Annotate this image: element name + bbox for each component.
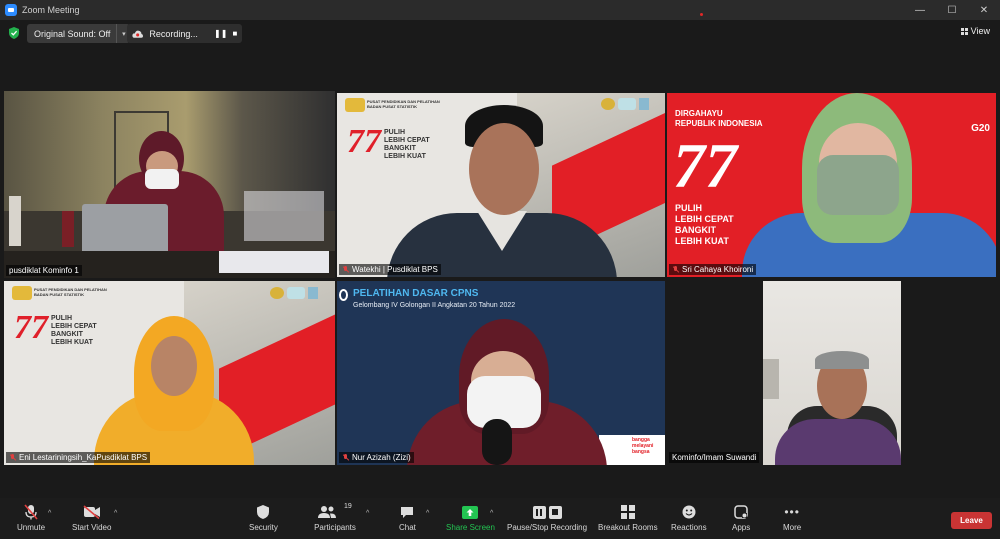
more-dots-icon: •••: [784, 505, 800, 519]
grid-view-icon: [960, 27, 968, 35]
video-options-caret[interactable]: ^: [114, 510, 117, 517]
more-label: More: [783, 523, 802, 532]
chat-label: Chat: [399, 523, 416, 532]
logo-77-large: 77: [673, 130, 737, 201]
dirgahayu-line1: DIRGAHAYU: [675, 109, 723, 118]
apps-button[interactable]: Apps: [732, 504, 750, 532]
close-button[interactable]: ✕: [968, 0, 1000, 20]
slogan: PULIH LEBIH CEPAT BANGKIT LEBIH KUAT: [51, 315, 97, 346]
logo-77: 77: [14, 309, 48, 346]
muted-mic-icon: [342, 265, 349, 274]
muted-mic-icon: [9, 453, 16, 462]
pause-stop-recording-label: Pause/Stop Recording: [507, 523, 588, 532]
participants-label: Participants: [314, 523, 356, 532]
view-label: View: [970, 26, 990, 36]
breakout-rooms-icon: [620, 504, 635, 520]
meeting-top-bar: Original Sound: Off ▾ Recording... ❚❚ ■ …: [0, 20, 1000, 46]
security-label: Security: [249, 523, 278, 532]
emoji-icon: [682, 504, 696, 520]
zoom-app-icon: [5, 4, 17, 16]
breakout-rooms-button[interactable]: Breakout Rooms: [598, 504, 658, 532]
participant-name-tag: Watekhi | Pusdiklat BPS: [339, 264, 441, 275]
dirgahayu-line2: REPUBLIK INDONESIA: [675, 119, 763, 128]
stop-recording-button[interactable]: ■: [228, 26, 242, 41]
view-button[interactable]: View: [960, 26, 990, 36]
video-tile-imam-suwandi[interactable]: Kominfo/Imam Suwandi: [667, 281, 996, 465]
cpns-subtitle: Gelombang IV Golongan II Angkatan 20 Tah…: [353, 302, 516, 309]
video-tile-pusdiklat-kominfo[interactable]: pusdiklat Kominfo 1: [4, 91, 335, 278]
reactions-button[interactable]: Reactions: [671, 504, 707, 532]
muted-mic-icon: [342, 453, 349, 462]
muted-microphone-icon: [24, 504, 38, 520]
participant-name-tag: Eni Lestariningsih_KaPusdiklat BPS: [6, 452, 151, 463]
bangga-melayani-bangsa: bangga melayani bangsa: [632, 437, 654, 455]
participant-name-tag: Sri Cahaya Khoironi: [669, 264, 757, 275]
slogan: PULIH LEBIH CEPAT BANGKIT LEBIH KUAT: [384, 129, 430, 160]
reactions-label: Reactions: [671, 523, 707, 532]
more-button[interactable]: ••• More: [783, 504, 801, 532]
participants-count: 19: [344, 503, 352, 510]
chat-bubble-icon: [400, 504, 414, 520]
cpns-title: PELATIHAN DASAR CPNS: [353, 288, 479, 299]
pause-stop-icon: [532, 504, 562, 520]
leave-button[interactable]: Leave: [951, 512, 992, 529]
cloud-recording-icon: [132, 30, 143, 38]
maximize-button[interactable]: ☐: [936, 0, 968, 20]
share-screen-icon: [462, 504, 479, 520]
share-screen-button[interactable]: Share Screen: [446, 504, 495, 532]
original-sound-button[interactable]: Original Sound: Off ▾: [27, 24, 131, 43]
video-tile-watekhi[interactable]: PUSAT PENDIDIKAN DAN PELATIHAN BADAN PUS…: [337, 93, 665, 277]
participants-options-caret[interactable]: ^: [366, 510, 369, 517]
muted-mic-icon: [672, 265, 679, 274]
participants-icon: 19: [313, 503, 357, 520]
minimize-button[interactable]: —: [904, 0, 936, 20]
logo-77: 77: [347, 123, 381, 160]
unmute-label: Unmute: [17, 523, 46, 532]
video-off-icon: [83, 504, 101, 520]
share-screen-label: Share Screen: [446, 523, 495, 532]
bps-org-line2: BADAN PUSAT STATISTIK: [367, 104, 417, 109]
participant-name-tag: Nur Azizah (Zizi): [339, 452, 414, 463]
recording-label: Recording...: [149, 28, 198, 39]
video-tile-sri-cahaya[interactable]: DIRGAHAYU REPUBLIK INDONESIA 77 PULIH LEB…: [667, 93, 996, 277]
g20-logo: G20: [971, 123, 990, 134]
chat-options-caret[interactable]: ^: [426, 510, 429, 517]
shield-icon: [257, 504, 270, 520]
participant-name-tag: Kominfo/Imam Suwandi: [669, 452, 760, 463]
apps-label: Apps: [732, 523, 751, 532]
pause-stop-recording-button[interactable]: Pause/Stop Recording: [507, 504, 587, 532]
start-video-label: Start Video: [72, 523, 112, 532]
unmute-button[interactable]: Unmute: [17, 504, 45, 532]
video-tile-eni-lestariningsih[interactable]: PUSAT PENDIDIKAN DAN PELATIHAN BADAN PUS…: [4, 281, 335, 465]
share-options-caret[interactable]: ^: [490, 510, 493, 517]
recording-indicator-dot: [700, 13, 703, 16]
security-button[interactable]: Security: [249, 504, 278, 532]
breakout-rooms-label: Breakout Rooms: [598, 523, 658, 532]
participant-name-tag: pusdiklat Kominfo 1: [6, 265, 82, 276]
audio-options-caret[interactable]: ^: [48, 510, 51, 517]
bps-org-line2: BADAN PUSAT STATISTIK: [34, 292, 84, 297]
video-tile-nur-azizah[interactable]: PELATIHAN DASAR CPNS Gelombang IV Golong…: [337, 281, 665, 465]
title-bar: Zoom Meeting — ☐ ✕: [0, 0, 1000, 20]
shield-icon[interactable]: [9, 27, 19, 39]
chat-button[interactable]: Chat: [399, 504, 416, 532]
pause-recording-button[interactable]: ❚❚: [214, 26, 228, 41]
window-title: Zoom Meeting: [22, 5, 80, 15]
start-video-button[interactable]: Start Video: [72, 504, 111, 532]
original-sound-label: Original Sound: Off: [34, 28, 111, 39]
meeting-toolbar: Unmute ^ Start Video ^ Security 19 Parti…: [0, 498, 1000, 539]
apps-icon: [734, 504, 748, 520]
participants-button[interactable]: 19 Participants: [313, 503, 357, 532]
slogan-white: PULIH LEBIH CEPAT BANGKIT LEBIH KUAT: [675, 203, 734, 246]
recording-status: Recording... ❚❚ ■: [127, 24, 242, 43]
